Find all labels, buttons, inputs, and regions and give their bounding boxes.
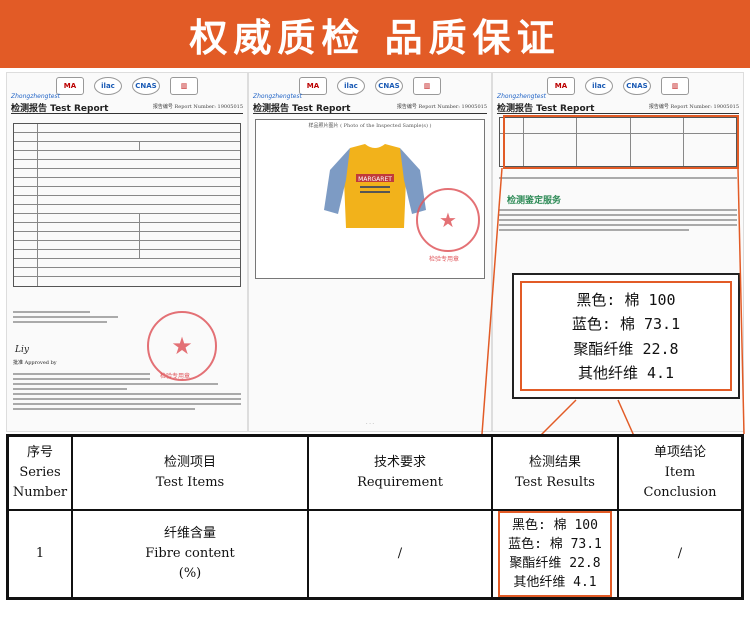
header-test-results: 检测结果 Test Results [493, 437, 619, 509]
cell-requirement: / [309, 511, 493, 597]
cell-test-results: 黑色: 棉 100 蓝色: 棉 73.1 聚酯纤维 22.8 其他纤维 4.1 [493, 511, 619, 597]
cell-test-items: 纤维含量 Fibre content (%) [73, 511, 309, 597]
header-series: 序号 Series Number [9, 437, 73, 509]
table-header: 序号 Series Number 检测项目 Test Items 技术要求 Re… [9, 437, 741, 511]
results-highlight-box: 黑色: 棉 100 蓝色: 棉 73.1 聚酯纤维 22.8 其他纤维 4.1 [498, 511, 612, 597]
header-test-items: 检测项目 Test Items [73, 437, 309, 509]
table-row: 1 纤维含量 Fibre content (%) / 黑色: 棉 100 蓝色:… [9, 511, 741, 597]
test-results-table: 序号 Series Number 检测项目 Test Items 技术要求 Re… [6, 434, 744, 600]
cell-series: 1 [9, 511, 73, 597]
cell-conclusion: / [677, 546, 683, 561]
header-requirement: 技术要求 Requirement [309, 437, 493, 509]
header-conclusion: 单项结论 Item Conclusion [643, 445, 717, 500]
